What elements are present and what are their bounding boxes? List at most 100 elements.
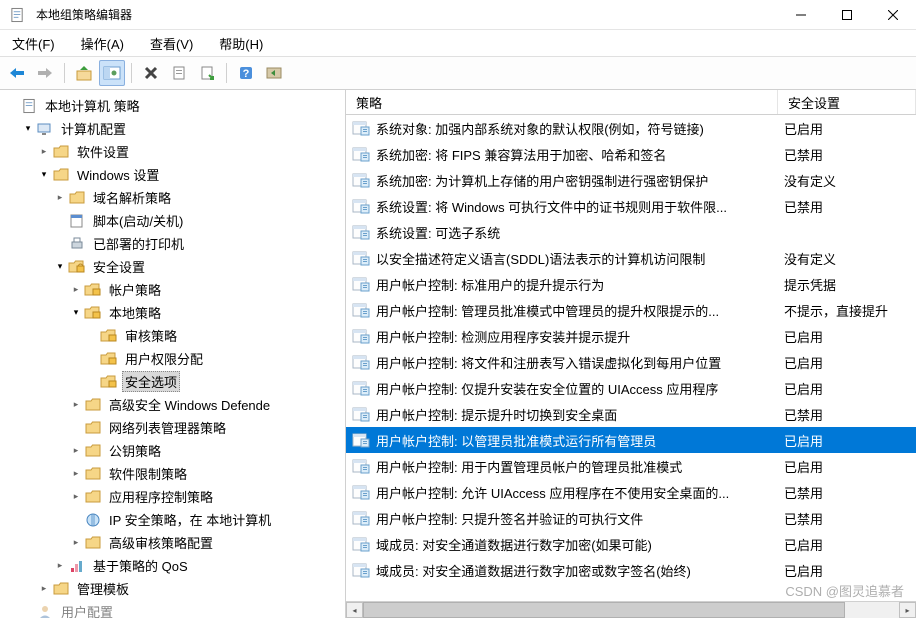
menu-view[interactable]: 查看(V) [144,32,199,55]
properties-button[interactable] [194,60,220,86]
tree-app-control[interactable]: ▸ 应用程序控制策略 [4,485,345,508]
list-row[interactable]: 系统加密: 将 FIPS 兼容算法用于加密、哈希和签名已禁用 [346,141,916,167]
menu-action[interactable]: 操作(A) [75,32,130,55]
tree-defender[interactable]: ▸ 高级安全 Windows Defende [4,393,345,416]
list-row[interactable]: 域成员: 对安全通道数据进行数字加密或数字签名(始终)已启用 [346,557,916,583]
expand-icon[interactable]: ▸ [68,535,84,551]
list-row[interactable]: 用户帐户控制: 管理员批准模式中管理员的提升权限提示的...不提示，直接提升 [346,297,916,323]
tree-scripts[interactable]: 脚本(启动/关机) [4,209,345,232]
tree-label: Windows 设置 [74,164,162,185]
twisty-icon[interactable] [20,604,36,618]
twisty-icon[interactable] [52,236,68,252]
document-icon [20,97,38,115]
expand-icon[interactable]: ▾ [20,121,36,137]
tree-network-list[interactable]: 网络列表管理器策略 [4,416,345,439]
folder-icon [84,465,102,483]
list-row[interactable]: 系统设置: 可选子系统 [346,219,916,245]
tree-software-restrict[interactable]: ▸ 软件限制策略 [4,462,345,485]
twisty-icon[interactable] [84,374,100,390]
twisty-icon[interactable] [84,328,100,344]
list-row[interactable]: 用户帐户控制: 标准用户的提升提示行为提示凭据 [346,271,916,297]
tree-ipsec[interactable]: IP 安全策略，在 本地计算机 [4,508,345,531]
tree-pane[interactable]: 本地计算机 策略 ▾ 计算机配置 ▸ 软件设置 ▾ Windows 设置 ▸ 域 [0,90,346,618]
menu-file[interactable]: 文件(F) [6,32,61,55]
show-hide-tree-button[interactable] [99,60,125,86]
policy-icon [352,145,370,163]
policy-icon [352,119,370,137]
list-row[interactable]: 系统对象: 加强内部系统对象的默认权限(例如，符号链接)已启用 [346,115,916,141]
col-header-setting[interactable]: 安全设置 [778,90,916,114]
twisty-icon[interactable] [84,351,100,367]
expand-icon[interactable]: ▸ [52,558,68,574]
tree-label: 用户权限分配 [122,348,206,369]
policy-icon [352,431,370,449]
expand-icon[interactable]: ▸ [36,144,52,160]
tree-security-settings[interactable]: ▾ 安全设置 [4,255,345,278]
list-body[interactable]: 系统对象: 加强内部系统对象的默认权限(例如，符号链接)已启用系统加密: 将 F… [346,115,916,601]
help-button[interactable]: ? [233,60,259,86]
policy-name: 用户帐户控制: 提示提升时切换到安全桌面 [376,405,617,424]
tree-local-policy[interactable]: ▾ 本地策略 [4,301,345,324]
expand-icon[interactable]: ▾ [68,305,84,321]
tree-software-settings[interactable]: ▸ 软件设置 [4,140,345,163]
expand-icon[interactable]: ▸ [36,581,52,597]
twisty-icon[interactable] [68,420,84,436]
minimize-button[interactable] [778,0,824,30]
maximize-button[interactable] [824,0,870,30]
tree-security-options[interactable]: 安全选项 [4,370,345,393]
tree-windows-settings[interactable]: ▾ Windows 设置 [4,163,345,186]
twisty-icon[interactable] [68,512,84,528]
tree-computer-config[interactable]: ▾ 计算机配置 [4,117,345,140]
titlebar: 本地组策略编辑器 [0,0,916,30]
scroll-right-button[interactable]: ▸ [899,602,916,618]
list-row[interactable]: 用户帐户控制: 将文件和注册表写入错误虚拟化到每用户位置已启用 [346,349,916,375]
expand-icon[interactable]: ▸ [68,282,84,298]
tree-label: 公钥策略 [106,440,164,461]
tree-account-policy[interactable]: ▸ 帐户策略 [4,278,345,301]
list-hscrollbar[interactable]: ◂ ▸ [346,601,916,618]
expand-icon[interactable]: ▸ [52,190,68,206]
up-button[interactable] [71,60,97,86]
list-row[interactable]: 用户帐户控制: 检测应用程序安装并提示提升已启用 [346,323,916,349]
tree-public-key[interactable]: ▸ 公钥策略 [4,439,345,462]
menu-help[interactable]: 帮助(H) [213,32,269,55]
list-row[interactable]: 以安全描述符定义语言(SDDL)语法表示的计算机访问限制没有定义 [346,245,916,271]
policy-setting: 已启用 [778,119,916,138]
tree-audit-policy[interactable]: 审核策略 [4,324,345,347]
export-button[interactable] [166,60,192,86]
twisty-icon[interactable] [52,213,68,229]
expand-icon[interactable]: ▾ [36,167,52,183]
tree-adv-audit[interactable]: ▸ 高级审核策略配置 [4,531,345,554]
twisty-icon[interactable] [4,98,20,114]
tree-qos[interactable]: ▸ 基于策略的 QoS [4,554,345,577]
list-row[interactable]: 用户帐户控制: 仅提升安装在安全位置的 UIAccess 应用程序已启用 [346,375,916,401]
list-row[interactable]: 用户帐户控制: 以管理员批准模式运行所有管理员已启用 [346,427,916,453]
col-header-policy[interactable]: 策略 [346,90,778,114]
tree-root[interactable]: 本地计算机 策略 [4,94,345,117]
list-row[interactable]: 用户帐户控制: 只提升签名并验证的可执行文件已禁用 [346,505,916,531]
tree-printers[interactable]: 已部署的打印机 [4,232,345,255]
list-row[interactable]: 用户帐户控制: 用于内置管理员帐户的管理员批准模式已启用 [346,453,916,479]
policy-name: 系统设置: 可选子系统 [376,223,500,242]
close-button[interactable] [870,0,916,30]
tree-user-config[interactable]: 用户配置 [4,600,345,618]
expand-icon[interactable]: ▸ [68,397,84,413]
list-row[interactable]: 系统设置: 将 Windows 可执行文件中的证书规则用于软件限...已禁用 [346,193,916,219]
expand-icon[interactable]: ▾ [52,259,68,275]
tree-admin-templates[interactable]: ▸ 管理模板 [4,577,345,600]
forward-button[interactable] [32,60,58,86]
list-row[interactable]: 域成员: 对安全通道数据进行数字加密(如果可能)已启用 [346,531,916,557]
refresh-button[interactable] [261,60,287,86]
expand-icon[interactable]: ▸ [68,443,84,459]
tree-label: 脚本(启动/关机) [90,210,186,231]
delete-button[interactable] [138,60,164,86]
scroll-left-button[interactable]: ◂ [346,602,363,618]
expand-icon[interactable]: ▸ [68,489,84,505]
expand-icon[interactable]: ▸ [68,466,84,482]
list-row[interactable]: 用户帐户控制: 允许 UIAccess 应用程序在不使用安全桌面的...已禁用 [346,479,916,505]
back-button[interactable] [4,60,30,86]
tree-user-rights[interactable]: 用户权限分配 [4,347,345,370]
list-row[interactable]: 系统加密: 为计算机上存储的用户密钥强制进行强密钥保护没有定义 [346,167,916,193]
list-row[interactable]: 用户帐户控制: 提示提升时切换到安全桌面已禁用 [346,401,916,427]
tree-dns-policy[interactable]: ▸ 域名解析策略 [4,186,345,209]
